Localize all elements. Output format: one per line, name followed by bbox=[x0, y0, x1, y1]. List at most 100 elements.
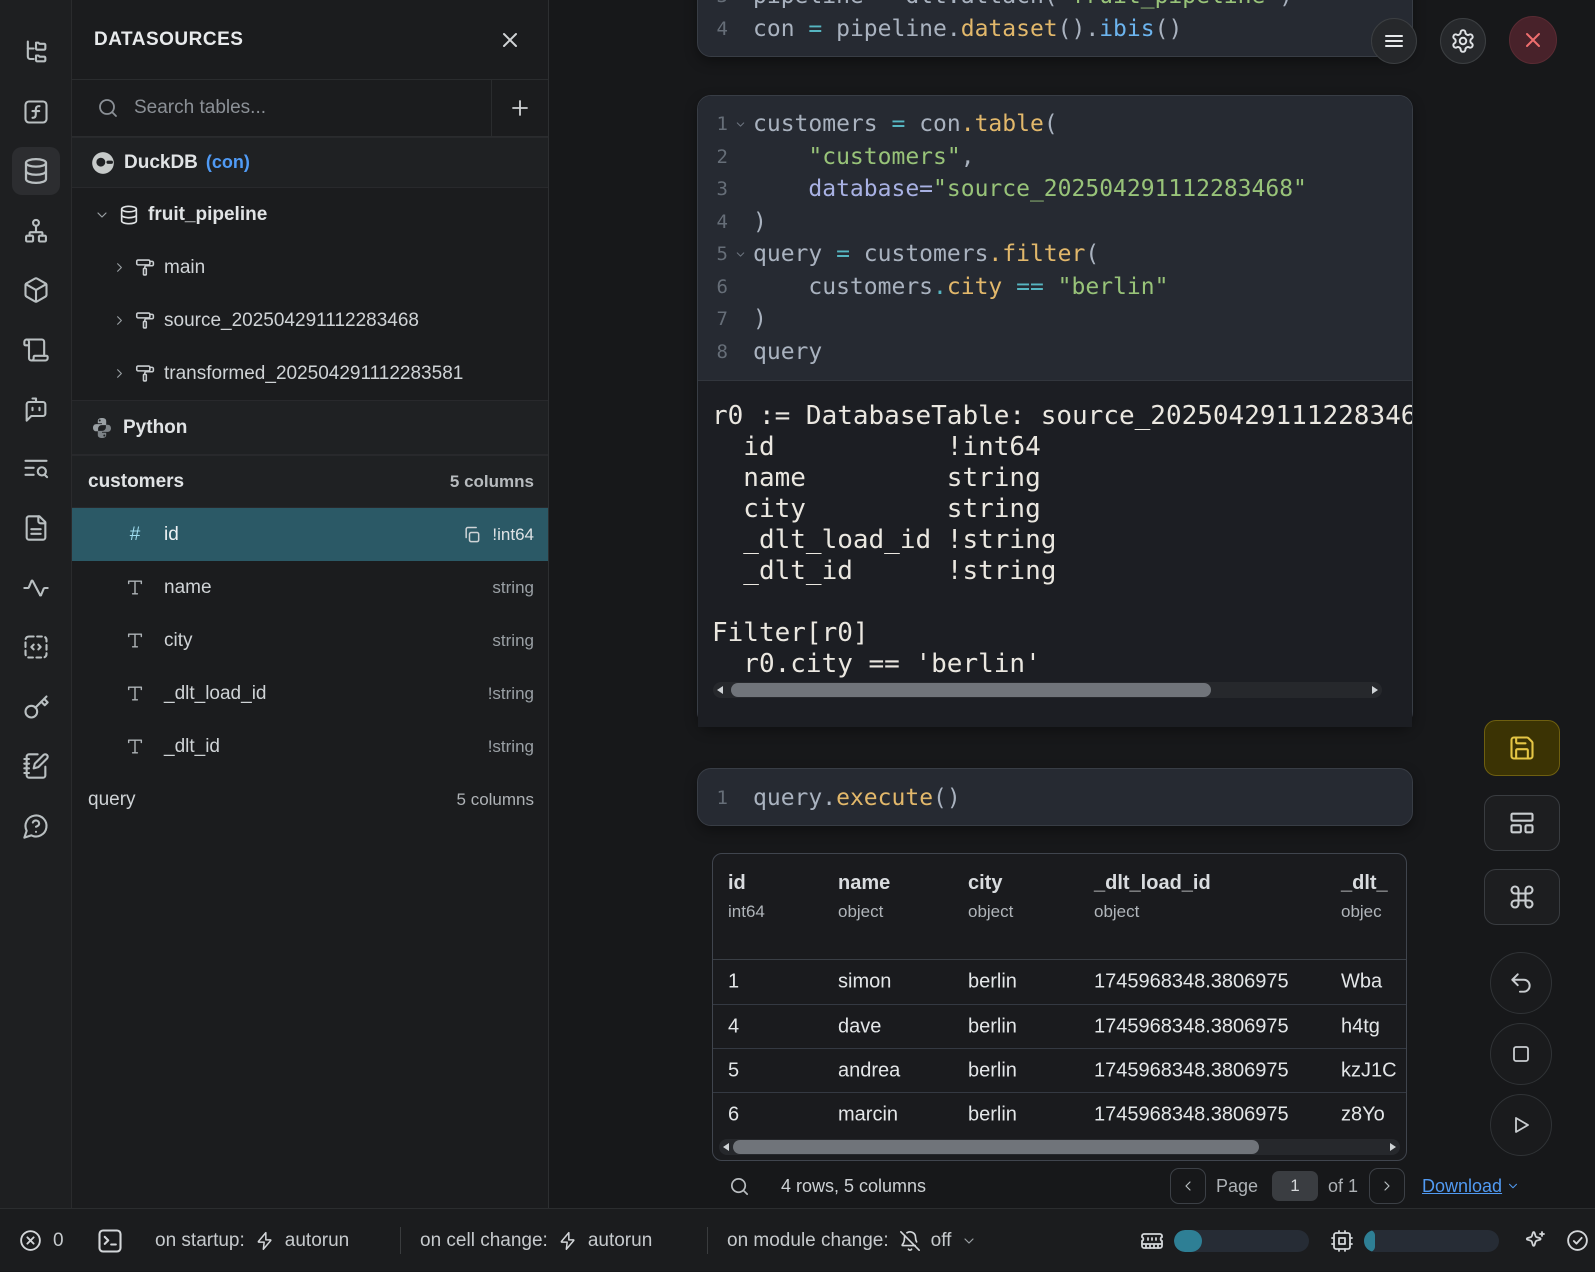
settings-button[interactable] bbox=[1440, 18, 1486, 64]
table-row[interactable]: 5andreaberlin1745968348.3806975kzJ1C bbox=[713, 1048, 1406, 1092]
code-line[interactable]: 4 con = pipeline.dataset().ibis() bbox=[698, 13, 1412, 46]
search-list-button[interactable] bbox=[12, 445, 60, 493]
scroll-left-arrow[interactable] bbox=[723, 1143, 729, 1151]
fold-chevron-icon[interactable] bbox=[734, 248, 747, 261]
schema-row-main[interactable]: main bbox=[72, 241, 548, 294]
command-palette-button[interactable] bbox=[1484, 869, 1560, 925]
page-select[interactable]: 1 bbox=[1272, 1171, 1318, 1201]
scroll-right-arrow[interactable] bbox=[1390, 1143, 1396, 1151]
row-count-summary: 4 rows, 5 columns bbox=[781, 1168, 926, 1204]
column-row-name[interactable]: name string bbox=[72, 561, 548, 614]
code-line[interactable]: 7 ) bbox=[698, 303, 1412, 336]
column-row-id[interactable]: # id !int64 bbox=[72, 508, 548, 561]
functions-panel-button[interactable] bbox=[12, 88, 60, 136]
code-line[interactable]: 1 customers = con.table( bbox=[698, 108, 1412, 141]
layout-toggle-button[interactable] bbox=[1484, 795, 1560, 851]
next-page-button[interactable] bbox=[1369, 1168, 1405, 1204]
code-line[interactable]: 5 query = customers.filter( bbox=[698, 238, 1412, 271]
code-editor[interactable]: 3 pipeline = dlt.attach("fruit_pipeline"… bbox=[698, 0, 1412, 57]
column-header[interactable]: _dlt_load_idobject bbox=[1094, 872, 1211, 922]
copy-icon[interactable] bbox=[462, 525, 482, 545]
code-line[interactable]: 3 pipeline = dlt.attach("fruit_pipeline"… bbox=[698, 0, 1412, 13]
schema-row-transformed[interactable]: transformed_202504291112283581 bbox=[72, 347, 548, 400]
help-button[interactable] bbox=[12, 802, 60, 850]
column-header[interactable]: idint64 bbox=[728, 872, 765, 922]
code-token: .table bbox=[961, 111, 1044, 137]
tracing-button[interactable] bbox=[12, 564, 60, 612]
column-header[interactable]: _dlt_objec bbox=[1341, 872, 1388, 922]
stop-button[interactable] bbox=[1490, 1023, 1552, 1085]
code-cell-setup[interactable]: 3 pipeline = dlt.attach("fruit_pipeline"… bbox=[697, 0, 1413, 57]
code-line[interactable]: 1 query.execute() bbox=[698, 782, 1412, 815]
table-search-icon[interactable] bbox=[728, 1175, 751, 1198]
code-line[interactable]: 6 customers.city == "berlin" bbox=[698, 271, 1412, 304]
error-count-indicator[interactable]: 0 bbox=[18, 1209, 64, 1272]
code-editor[interactable]: 1 customers = con.table( 2 "customers", … bbox=[698, 96, 1412, 380]
on-cell-change-toggle[interactable]: on cell change: autorun bbox=[420, 1209, 652, 1272]
engine-row-duckdb[interactable]: DuckDB (con) bbox=[72, 137, 548, 188]
undo-button[interactable] bbox=[1490, 952, 1552, 1014]
code-token: = bbox=[891, 111, 919, 137]
table-cell: 5 bbox=[728, 1059, 739, 1082]
code-cell-run[interactable]: 1 query.execute() bbox=[697, 768, 1413, 826]
code-line[interactable]: 3 database="source_202504291112283468" bbox=[698, 173, 1412, 206]
chevron-down-icon bbox=[1506, 1179, 1520, 1193]
terminal-button[interactable] bbox=[96, 1209, 124, 1272]
notebook-menu-button[interactable] bbox=[1371, 18, 1417, 64]
shutdown-button[interactable] bbox=[1509, 16, 1557, 64]
code-editor[interactable]: 1 query.execute() bbox=[698, 769, 1412, 827]
add-datasource-button[interactable] bbox=[491, 80, 548, 137]
network-icon bbox=[22, 217, 50, 245]
close-panel-button[interactable] bbox=[494, 24, 526, 56]
ai-assistant-button[interactable] bbox=[12, 385, 60, 433]
code-text: pipeline = dlt.attach("fruit_pipeline") bbox=[752, 0, 1293, 9]
fold-chevron-icon[interactable] bbox=[734, 118, 747, 131]
column-header[interactable]: nameobject bbox=[838, 872, 890, 922]
dependency-graph-button[interactable] bbox=[12, 207, 60, 255]
scroll-right-arrow[interactable] bbox=[1372, 686, 1378, 694]
database-row[interactable]: fruit_pipeline bbox=[72, 188, 548, 241]
table-row[interactable]: 6marcinberlin1745968348.3806975z8Yo bbox=[713, 1092, 1406, 1136]
ai-sparkles-button[interactable] bbox=[1523, 1209, 1547, 1272]
packages-panel-button[interactable] bbox=[12, 266, 60, 314]
previous-page-button[interactable] bbox=[1170, 1168, 1206, 1204]
column-row-dlt-id[interactable]: _dlt_id !string bbox=[72, 720, 548, 773]
python-section-row[interactable]: Python bbox=[72, 400, 548, 455]
table-row[interactable]: 4daveberlin1745968348.3806975h4tg bbox=[713, 1004, 1406, 1048]
snippets-button[interactable] bbox=[12, 623, 60, 671]
files-panel-button[interactable] bbox=[12, 28, 60, 76]
schema-row-source[interactable]: source_202504291112283468 bbox=[72, 294, 548, 347]
search-input[interactable] bbox=[134, 97, 491, 119]
code-line[interactable]: 4 ) bbox=[698, 206, 1412, 239]
code-token: = bbox=[919, 176, 933, 202]
scroll-left-arrow[interactable] bbox=[717, 686, 723, 694]
table-section-customers[interactable]: customers 5 columns bbox=[72, 455, 548, 508]
column-row-dlt-load-id[interactable]: _dlt_load_id !string bbox=[72, 667, 548, 720]
datasources-panel-button[interactable] bbox=[12, 147, 60, 195]
table-cell: 1745968348.3806975 bbox=[1094, 1059, 1289, 1082]
run-button[interactable] bbox=[1490, 1094, 1552, 1156]
scrollbar-thumb[interactable] bbox=[731, 683, 1211, 697]
logs-panel-button[interactable] bbox=[12, 326, 60, 374]
column-header[interactable]: cityobject bbox=[968, 872, 1013, 922]
table-row[interactable]: 1simonberlin1745968348.3806975Wba bbox=[713, 960, 1406, 1004]
secrets-button[interactable] bbox=[12, 683, 60, 731]
horizontal-scrollbar[interactable] bbox=[713, 682, 1382, 698]
download-link[interactable]: Download bbox=[1422, 1168, 1520, 1204]
column-type: !int64 bbox=[492, 525, 534, 545]
code-line[interactable]: 2 "customers", bbox=[698, 141, 1412, 174]
column-type: string bbox=[492, 578, 534, 598]
column-row-city[interactable]: city string bbox=[72, 614, 548, 667]
on-module-change-toggle[interactable]: on module change: off bbox=[727, 1209, 977, 1272]
scrollbar-thumb[interactable] bbox=[733, 1140, 1259, 1154]
code-line[interactable]: 8 query bbox=[698, 336, 1412, 369]
code-cell-main[interactable]: 1 customers = con.table( 2 "customers", … bbox=[697, 95, 1413, 726]
table-section-query[interactable]: query 5 columns bbox=[72, 773, 548, 826]
scratchpad-button[interactable] bbox=[12, 742, 60, 790]
horizontal-scrollbar[interactable] bbox=[719, 1139, 1400, 1155]
save-button[interactable] bbox=[1484, 720, 1560, 776]
database-name: fruit_pipeline bbox=[148, 204, 267, 226]
documentation-button[interactable] bbox=[12, 504, 60, 552]
table-cell: simon bbox=[838, 971, 891, 994]
on-startup-toggle[interactable]: on startup: autorun bbox=[155, 1209, 349, 1272]
